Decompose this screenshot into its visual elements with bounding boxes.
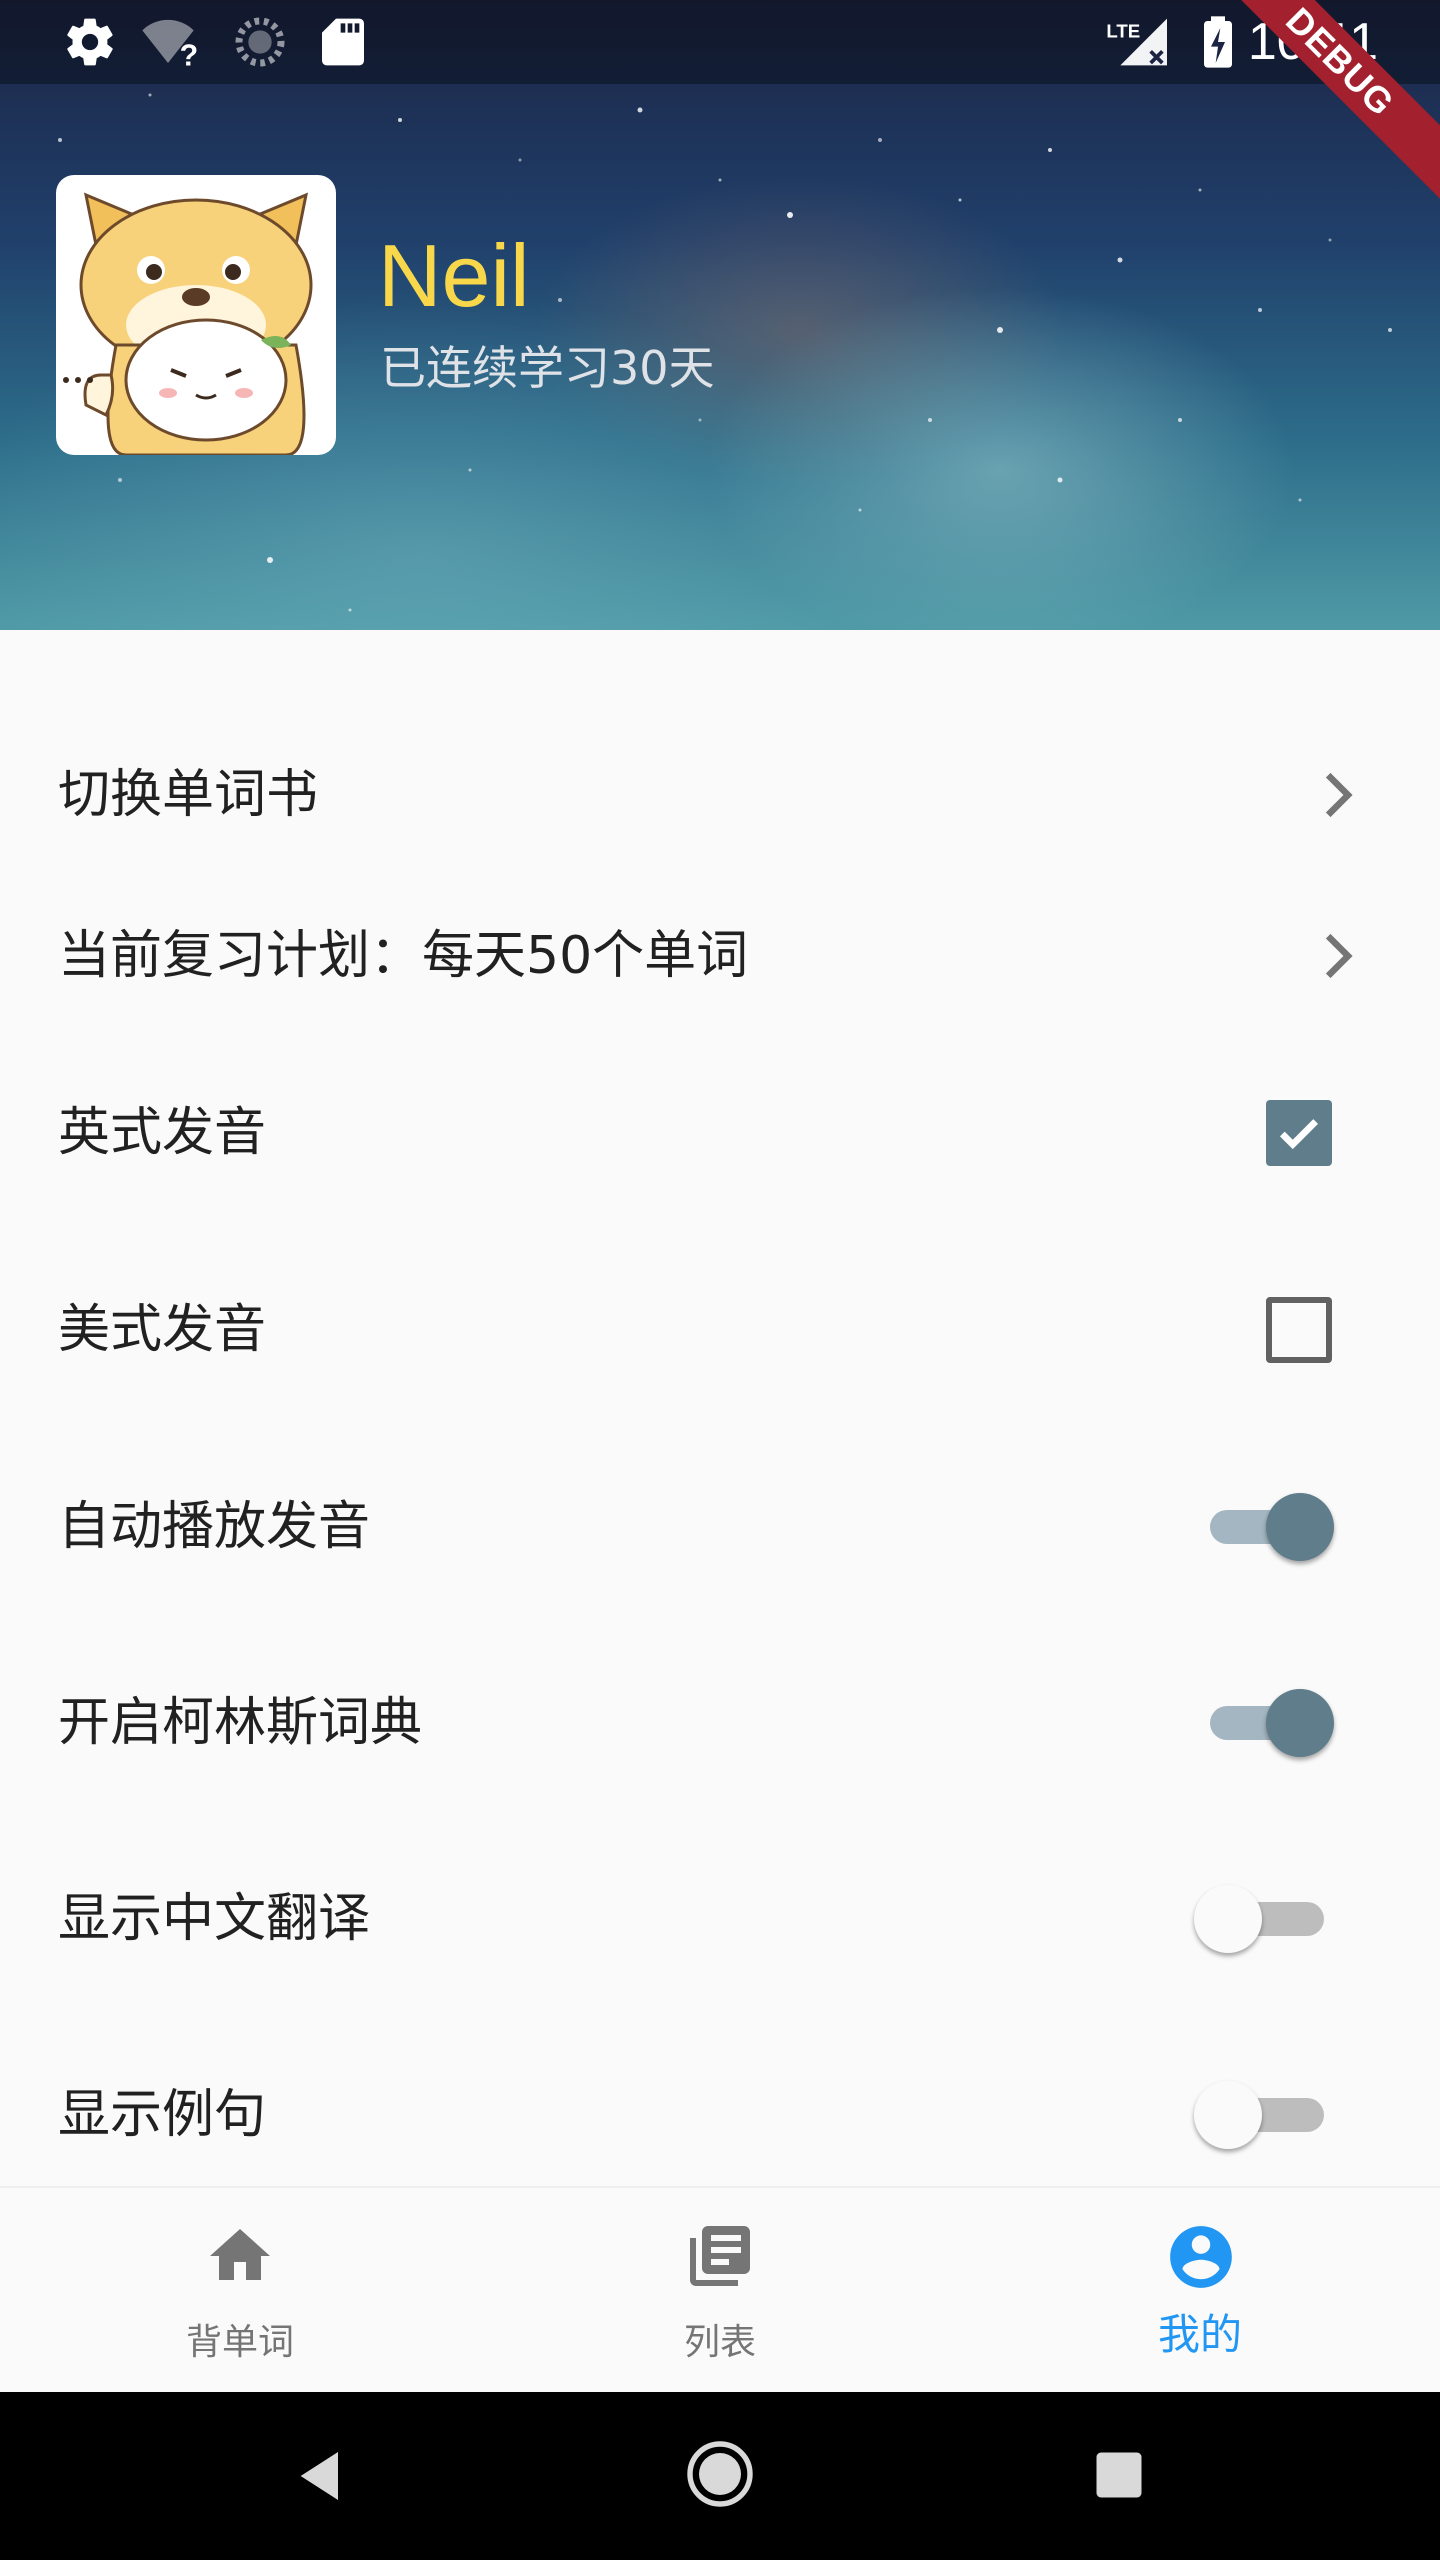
- home-icon: [210, 2229, 270, 2280]
- row-label: 切换单词书: [58, 765, 319, 825]
- row-label: 自动播放发音: [58, 1497, 371, 1557]
- nav-tab-memorize[interactable]: 背单词: [90, 2188, 390, 2392]
- row-label: 显示中文翻译: [58, 1889, 371, 1949]
- cell-signal-icon: LTE: [1106, 18, 1167, 66]
- british-pronunciation-row: 英式发音: [0, 1073, 1440, 1193]
- nav-label: 我的: [1157, 2310, 1242, 2359]
- switch-thumb: [1194, 1885, 1262, 1953]
- switch-thumb: [1266, 1493, 1334, 1561]
- collins-dictionary-switch[interactable]: [1196, 1663, 1346, 1783]
- switch-wordbook-row[interactable]: 切换单词书: [0, 735, 1440, 855]
- sd-card-icon: [322, 18, 364, 66]
- profile-header: ? LTE 10:41 DEBUG: [0, 0, 1440, 630]
- account-circle-icon: [1170, 2226, 1232, 2288]
- sync-icon: [235, 17, 285, 67]
- avatar[interactable]: [56, 175, 336, 455]
- american-pronunciation-row: 美式发音: [0, 1270, 1440, 1390]
- system-navigation-bar: [0, 2392, 1440, 2560]
- nav-tab-mine[interactable]: 我的: [1050, 2188, 1350, 2392]
- switch-thumb: [1266, 1689, 1334, 1757]
- shiba-avatar-image: [63, 192, 313, 455]
- bottom-navigation: 背单词 列表 我的: [0, 2186, 1440, 2392]
- chinese-translation-row: 显示中文翻译: [0, 1859, 1440, 1979]
- chevron-right-icon: [1325, 933, 1353, 979]
- back-icon[interactable]: [290, 2444, 354, 2508]
- check-icon: [1279, 1119, 1319, 1150]
- row-label: 当前复习计划：每天50个单词: [58, 926, 749, 986]
- autoplay-pronunciation-row: 自动播放发音: [0, 1467, 1440, 1587]
- nav-label: 列表: [683, 2322, 756, 2363]
- example-sentences-switch[interactable]: [1194, 2055, 1346, 2175]
- collins-dictionary-row: 开启柯林斯词典: [0, 1663, 1440, 1783]
- wifi-unknown-icon: ?: [142, 19, 199, 70]
- row-label: 开启柯林斯词典: [58, 1693, 423, 1753]
- recents-icon[interactable]: [1092, 2448, 1146, 2502]
- study-streak: 已连续学习30天: [380, 341, 715, 395]
- gear-icon: [67, 18, 113, 66]
- review-plan-row[interactable]: 当前复习计划：每天50个单词: [0, 896, 1440, 1016]
- nav-label: 背单词: [185, 2322, 294, 2363]
- network-type-label: LTE: [1106, 20, 1140, 41]
- row-label: 显示例句: [58, 2085, 267, 2145]
- svg-text:?: ?: [180, 39, 199, 70]
- switch-thumb: [1194, 2081, 1262, 2149]
- chinese-translation-switch[interactable]: [1194, 1859, 1346, 1979]
- british-pronunciation-checkbox[interactable]: [1266, 1100, 1332, 1166]
- nav-tab-list[interactable]: 列表: [570, 2188, 870, 2392]
- battery-charging-icon: [1204, 16, 1232, 68]
- row-label: 美式发音: [58, 1300, 267, 1360]
- home-button-icon[interactable]: [684, 2438, 756, 2510]
- american-pronunciation-checkbox[interactable]: [1266, 1297, 1332, 1363]
- library-books-icon: [690, 2226, 750, 2286]
- status-bar: ? LTE 10:41: [0, 0, 1440, 84]
- chevron-right-icon: [1325, 772, 1353, 818]
- example-sentences-row: 显示例句: [0, 2055, 1440, 2175]
- username: Neil: [378, 226, 530, 325]
- row-label: 英式发音: [58, 1103, 267, 1163]
- autoplay-pronunciation-switch[interactable]: [1196, 1467, 1346, 1587]
